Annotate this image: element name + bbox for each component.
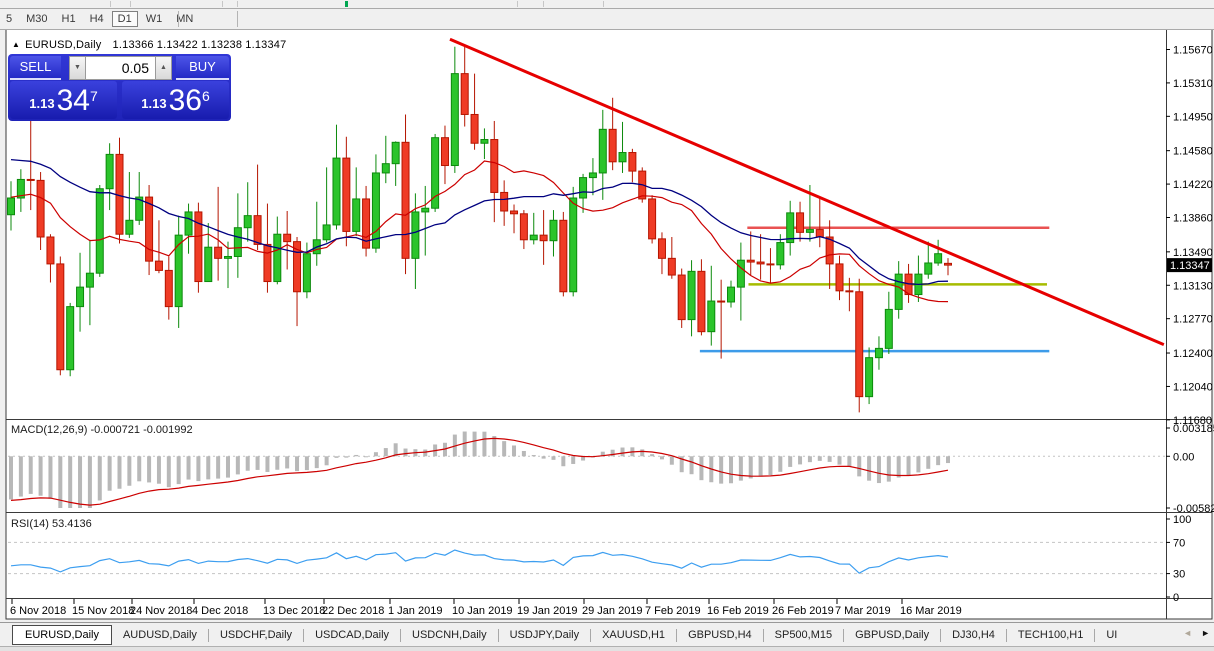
tab-usdchf-daily[interactable]: USDCHF,Daily <box>209 625 303 645</box>
tf-m30[interactable]: M30 <box>20 11 53 27</box>
tf-mn[interactable]: MN <box>170 11 199 27</box>
tab-usdcnh-daily[interactable]: USDCNH,Daily <box>401 625 498 645</box>
price-axis-label: 1.13490 <box>1173 247 1213 259</box>
macd-axis-label: 0.00 <box>1173 451 1194 463</box>
chart-tabs-bar: EURUSD,Daily AUDUSD,Daily USDCHF,Daily USDC… <box>0 622 1214 647</box>
tf-d1[interactable]: D1 <box>111 11 138 27</box>
toolbar-separator <box>237 1 238 7</box>
sell-price-prefix: 1.13 <box>29 96 55 111</box>
tabs-scroll-right-icon[interactable]: ► <box>1201 628 1210 638</box>
date-axis-label: 6 Nov 2018 <box>10 605 66 617</box>
date-axis-label: 7 Feb 2019 <box>645 605 701 617</box>
toolbar-separator <box>543 1 544 7</box>
rsi-axis-label: 70 <box>1173 537 1185 549</box>
collapse-arrow-icon[interactable]: ▲ <box>12 40 20 49</box>
date-axis-label: 22 Dec 2018 <box>322 605 384 617</box>
tf-w1[interactable]: W1 <box>140 11 169 27</box>
price-axis-label: 1.13860 <box>1173 213 1213 225</box>
date-axis-label: 26 Feb 2019 <box>772 605 834 617</box>
tab-eurusd-daily[interactable]: EURUSD,Daily <box>12 625 112 645</box>
buy-button[interactable]: BUY <box>176 56 229 80</box>
price-axis-label: 1.12400 <box>1173 348 1213 360</box>
toolbar-separator <box>130 1 131 7</box>
tab-xauusd-h1[interactable]: XAUUSD,H1 <box>591 625 676 645</box>
rsi-label: RSI(14) 53.4136 <box>11 518 92 530</box>
buy-marker-icon <box>345 1 348 7</box>
tab-sp500-m15[interactable]: SP500,M15 <box>764 625 843 645</box>
tabs-scroll-left-icon[interactable]: ◄ <box>1183 628 1192 638</box>
mt4-window: 1.15670 1.15310 1.14950 1.14580 1.14220 1.138… <box>0 0 1214 651</box>
date-axis-label: 10 Jan 2019 <box>452 605 513 617</box>
tf-h1[interactable]: H1 <box>56 11 82 27</box>
date-axis-label: 7 Mar 2019 <box>835 605 891 617</box>
tab-gbpusd-h4[interactable]: GBPUSD,H4 <box>677 625 763 645</box>
toolbar-strip <box>0 0 1214 9</box>
tf-h4[interactable]: H4 <box>84 11 110 27</box>
tab-usdjpy-daily[interactable]: USDJPY,Daily <box>499 625 591 645</box>
date-axis-label: 13 Dec 2018 <box>263 605 325 617</box>
date-axis-label: 19 Jan 2019 <box>517 605 578 617</box>
tab-dj30-h4[interactable]: DJ30,H4 <box>941 625 1006 645</box>
date-axis-label: 16 Mar 2019 <box>900 605 962 617</box>
sell-price-big: 34 <box>56 84 90 117</box>
date-axis-label: 24 Nov 2018 <box>130 605 192 617</box>
window-bottom-edge <box>0 646 1214 651</box>
price-axis-label: 1.14220 <box>1173 179 1213 191</box>
toolbar-separator <box>517 1 518 7</box>
sell-price[interactable]: 1.13 34 7 <box>10 81 117 119</box>
chart-header: ▲ EURUSD,Daily 1.13366 1.13422 1.13238 1.… <box>12 39 286 51</box>
timeframe-bar: 5 M30 H1 H4 D1 W1 MN <box>0 9 1214 30</box>
macd-axis-label: 0.003185 <box>1173 423 1214 435</box>
price-axis-label: 1.15310 <box>1173 78 1213 90</box>
tf-5[interactable]: 5 <box>0 11 18 27</box>
lot-increase-button[interactable]: ▲ <box>155 56 172 80</box>
date-axis-label: 4 Dec 2018 <box>192 605 248 617</box>
rsi-axis-label: 100 <box>1173 514 1191 526</box>
toolbar-separator <box>222 1 223 7</box>
tab-tech100-h1[interactable]: TECH100,H1 <box>1007 625 1094 645</box>
sell-button[interactable]: SELL <box>10 56 61 80</box>
buy-price[interactable]: 1.13 36 6 <box>122 81 229 119</box>
rsi-value: 53.4136 <box>51 518 92 530</box>
macd-value-signal: -0.001992 <box>143 424 193 436</box>
chart-title: EURUSD,Daily <box>25 39 102 51</box>
price-axis-label: 1.12040 <box>1173 381 1213 393</box>
ohlc-low: 1.13238 <box>201 39 243 51</box>
tab-gbpusd-daily[interactable]: GBPUSD,Daily <box>844 625 940 645</box>
date-axis-label: 15 Nov 2018 <box>72 605 134 617</box>
price-axis-label: 1.12770 <box>1173 314 1213 326</box>
macd-value-main: -0.000721 <box>90 424 141 436</box>
macd-title: MACD(12,26,9) <box>11 424 88 436</box>
rsi-title: RSI(14) <box>11 518 49 530</box>
timeframe-bar-separator <box>237 11 238 27</box>
price-axis-label: 1.14580 <box>1173 146 1213 158</box>
date-axis-label: 29 Jan 2019 <box>582 605 643 617</box>
one-click-trading-widget: SELL ▼ ▲ BUY 1.13 34 7 1.13 36 6 <box>8 54 231 121</box>
toolbar-separator <box>603 1 604 7</box>
buy-price-prefix: 1.13 <box>141 96 167 111</box>
ohlc-high: 1.13422 <box>156 39 198 51</box>
ohlc-close: 1.13347 <box>245 39 287 51</box>
rsi-axis-label: 30 <box>1173 569 1185 581</box>
price-axis-label: 1.13130 <box>1173 280 1213 292</box>
ohlc-open: 1.13366 <box>112 39 154 51</box>
rsi-axis-label: 0 <box>1173 592 1179 604</box>
buy-price-big: 36 <box>168 84 202 117</box>
tab-ui[interactable]: UI <box>1095 625 1128 645</box>
lot-input[interactable] <box>86 56 155 80</box>
sell-price-sup: 7 <box>89 88 98 104</box>
date-axis-label: 16 Feb 2019 <box>707 605 769 617</box>
macd-label: MACD(12,26,9) -0.000721 -0.001992 <box>11 424 193 436</box>
current-price-label: 1.13347 <box>1170 260 1210 272</box>
price-axis-label: 1.15670 <box>1173 44 1213 56</box>
buy-price-sup: 6 <box>201 88 210 104</box>
tab-usdcad-daily[interactable]: USDCAD,Daily <box>304 625 400 645</box>
tab-audusd-daily[interactable]: AUDUSD,Daily <box>112 625 208 645</box>
lot-decrease-button[interactable]: ▼ <box>69 56 86 80</box>
date-axis-label: 1 Jan 2019 <box>388 605 442 617</box>
price-axis-label: 1.14950 <box>1173 111 1213 123</box>
timeframe-bar-separator <box>178 11 179 27</box>
toolbar-separator <box>110 1 111 7</box>
